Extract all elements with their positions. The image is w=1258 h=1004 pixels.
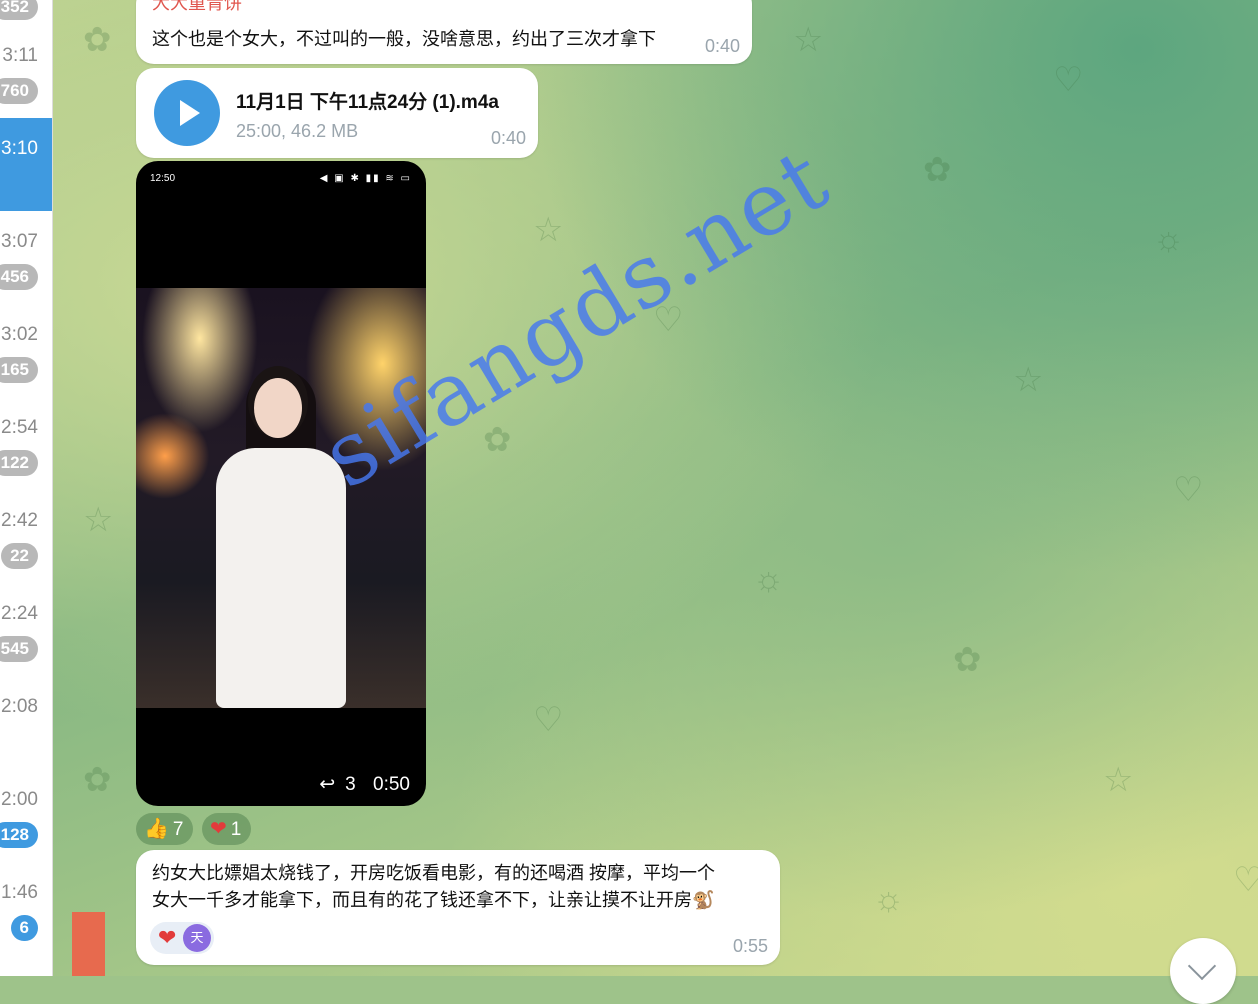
chat-list-item[interactable]: 2:00 128 — [0, 769, 52, 862]
chat-time: 3:02 — [1, 324, 38, 345]
partial-image — [72, 912, 105, 976]
audio-file-message[interactable]: 11月1日 下午11点24分 (1).m4a 25:00, 46.2 MB 0:… — [136, 68, 538, 158]
message-time: 0:55 — [732, 936, 768, 956]
chat-list-item[interactable]: 2:08 — [0, 676, 52, 769]
heart-icon: ❤ — [158, 925, 177, 950]
doodle-star-icon: ☆ — [83, 501, 114, 539]
doodle-star-icon: ☆ — [1013, 361, 1044, 399]
unread-count-badge: 6 — [10, 915, 38, 941]
chat-time: 1:46 — [1, 882, 38, 903]
doodle-heart-icon: ♡ — [1053, 61, 1084, 99]
message-bubble[interactable]: 约女大比嫖娼太烧钱了，开房吃饭看电影，有的还喝酒 按摩，平均一个 女大一千多才能… — [136, 850, 780, 965]
doodle-flower-icon: ✿ — [83, 21, 112, 59]
message-bubble[interactable]: 大大重青饼 这个也是个女大，不过叫的一般，没啥意思，约出了三次才拿下 0:40 — [136, 0, 752, 64]
chat-list-item[interactable]: 2:42 22 — [0, 490, 52, 583]
reaction-thumbs-up[interactable]: 👍 7 — [136, 813, 194, 845]
doodle-heart-icon: ♡ — [1233, 861, 1258, 899]
doodle-sun-icon: ☼ — [873, 880, 905, 918]
chat-time: 3:07 — [1, 231, 38, 252]
chat-list: 352 3:11 760 3:10 3:07 456 3:02 165 2:54… — [0, 0, 53, 976]
message-text-line: 女大一千多才能拿下，而且有的花了钱还拿不下，让亲让摸不让开房🐒 — [152, 890, 715, 910]
chat-time: 2:24 — [1, 603, 38, 624]
forward-count: 3 — [345, 774, 356, 795]
chat-list-item-active[interactable]: 3:10 — [0, 118, 52, 211]
unread-count-badge: 165 — [0, 357, 38, 383]
chat-list-item[interactable]: 3:02 165 — [0, 304, 52, 397]
video-thumbnail — [136, 288, 426, 708]
chat-list-item[interactable]: 2:54 122 — [0, 397, 52, 490]
file-name: 11月1日 下午11点24分 (1).m4a — [236, 92, 499, 113]
forward-icon: ↩ — [319, 774, 336, 795]
doodle-flower-icon: ✿ — [953, 641, 982, 679]
chat-list-item[interactable]: 3:07 456 — [0, 211, 52, 304]
doodle-sun-icon: ☼ — [753, 560, 785, 598]
play-icon[interactable] — [154, 80, 220, 146]
sender-name[interactable]: 大大重青饼 — [152, 0, 242, 15]
reaction-count: 1 — [230, 819, 242, 840]
file-meta: 25:00, 46.2 MB — [236, 121, 359, 141]
chat-time: 3:10 — [1, 138, 38, 159]
message-text: 这个也是个女大，不过叫的一般，没啥意思，约出了三次才拿下 — [152, 29, 656, 49]
doodle-heart-icon: ♡ — [1173, 471, 1204, 509]
chat-time: 2:08 — [1, 696, 38, 717]
message-time: 0:40 — [490, 128, 526, 148]
heart-icon: ❤ — [210, 818, 227, 840]
video-duration: 0:50 — [373, 774, 410, 795]
unread-count-badge: 760 — [0, 78, 38, 104]
unread-count-badge: 128 — [0, 822, 38, 848]
chat-time: 2:54 — [1, 417, 38, 438]
unread-count-badge: 122 — [0, 450, 38, 476]
unread-count-badge: 545 — [0, 636, 38, 662]
avatar: 天 — [183, 924, 211, 952]
chat-time: 2:42 — [1, 510, 38, 531]
video-footer: ↩ 3 0:50 — [136, 773, 426, 796]
chat-list-item[interactable]: 2:24 545 — [0, 583, 52, 676]
unread-count-badge: 456 — [0, 264, 38, 290]
video-status-icons: ◀ ▣ ✱ ▮▮ ≋ ▭ — [319, 173, 412, 184]
scroll-down-button[interactable] — [1170, 938, 1236, 1004]
chat-list-item[interactable]: 3:11 760 — [0, 25, 52, 118]
message-reactions[interactable]: ❤ 天 — [150, 922, 214, 954]
chat-list-item[interactable]: 352 — [0, 0, 52, 25]
doodle-star-icon: ☆ — [1103, 761, 1134, 799]
thumbs-up-icon: 👍 — [144, 818, 169, 840]
doodle-flower-icon: ✿ — [83, 761, 112, 799]
reaction-heart[interactable]: ❤ 1 — [202, 813, 252, 845]
doodle-sun-icon: ☼ — [1153, 220, 1185, 258]
doodle-star-icon: ☆ — [533, 211, 564, 249]
chat-time: 2:00 — [1, 789, 38, 810]
doodle-flower-icon: ✿ — [923, 151, 952, 189]
message-time: 0:40 — [704, 36, 740, 56]
message-text-line: 约女大比嫖娼太烧钱了，开房吃饭看电影，有的还喝酒 按摩，平均一个 — [152, 863, 715, 883]
unread-count-badge: 22 — [1, 543, 38, 569]
unread-count-badge: 352 — [0, 0, 38, 20]
doodle-heart-icon: ♡ — [533, 701, 564, 739]
doodle-star-icon: ☆ — [793, 21, 824, 59]
chat-list-item[interactable]: 1:46 6 — [0, 862, 52, 955]
chat-time: 3:11 — [2, 45, 38, 66]
reaction-count: 7 — [172, 819, 184, 840]
video-status-time: 12:50 — [150, 173, 176, 184]
